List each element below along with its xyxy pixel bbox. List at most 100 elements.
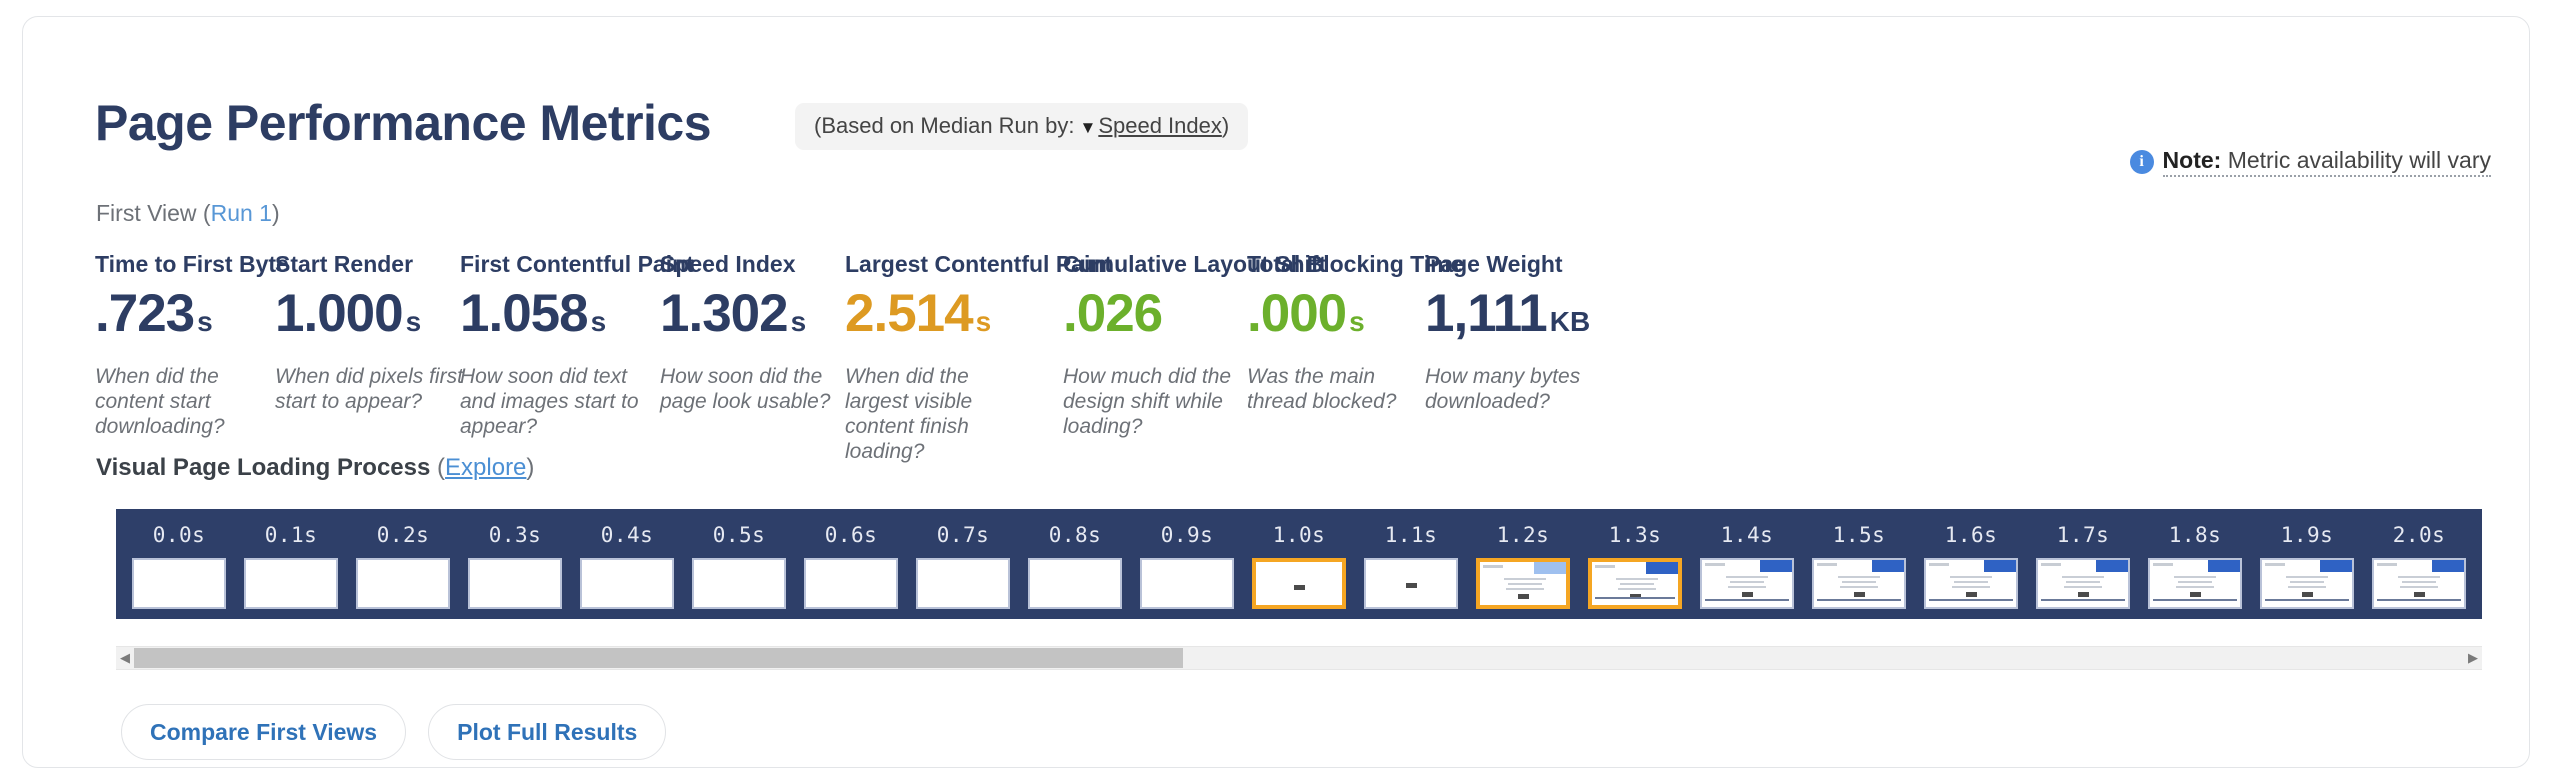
filmstrip-frame-time: 0.9s: [1160, 523, 1214, 547]
filmstrip-frame[interactable]: 0.4s: [575, 509, 679, 609]
filmstrip-frame[interactable]: 0.3s: [463, 509, 567, 609]
filmstrip-thumbnail[interactable]: [1476, 558, 1570, 609]
filmstrip-thumbnail[interactable]: [1924, 558, 2018, 609]
thumb-text-line: [1728, 586, 1766, 588]
info-icon: i: [2129, 150, 2154, 174]
filmstrip-frame-time: 1.5s: [1832, 523, 1886, 547]
metric-description: How soon did text and images start to ap…: [460, 365, 639, 438]
note-body: Metric availability will vary: [2221, 147, 2491, 173]
filmstrip-frame[interactable]: 0.2s: [351, 509, 455, 609]
filmstrip-frame[interactable]: 0.6s: [799, 509, 903, 609]
filmstrip-thumbnail[interactable]: [1588, 558, 1682, 609]
filmstrip-scrollbar[interactable]: ◀ ▶: [116, 646, 2482, 670]
thumb-content-block: [1854, 592, 1865, 597]
thumb-footer-rule: [2041, 599, 2125, 601]
metric-value-number: 1,111: [1425, 284, 1548, 343]
filmstrip-thumbnail[interactable]: [804, 558, 898, 609]
filmstrip-frame[interactable]: 0.1s: [239, 509, 343, 609]
filmstrip-thumbnail[interactable]: [132, 558, 226, 609]
filmstrip-frame-time: 1.8s: [2168, 523, 2222, 547]
median-run-prefix: (Based on Median Run by:: [814, 113, 1075, 138]
filmstrip-frame-time: 1.9s: [2280, 523, 2334, 547]
thumb-footer-rule: [1595, 597, 1675, 599]
explore-close-paren: ): [526, 454, 535, 481]
thumb-content-block: [2078, 592, 2089, 597]
scroll-right-arrow-icon[interactable]: ▶: [2464, 646, 2482, 670]
thumb-content-block: [1518, 594, 1529, 599]
metric-name: First Contentful Paint: [460, 251, 694, 277]
filmstrip-thumbnail[interactable]: [244, 558, 338, 609]
filmstrip-frame[interactable]: 0.9s: [1135, 509, 1239, 609]
thumb-text-line: [2290, 581, 2324, 583]
note-banner: i Note: Metric availability will vary: [2129, 147, 2491, 177]
filmstrip-frame[interactable]: 1.8s: [2143, 509, 2247, 609]
median-run-metric-link[interactable]: Speed Index: [1098, 113, 1222, 138]
metric-value-unit: s: [590, 306, 607, 337]
filmstrip-frame-time: 1.3s: [1608, 523, 1662, 547]
filmstrip-thumbnail[interactable]: [2260, 558, 2354, 609]
filmstrip-thumbnail[interactable]: [2148, 558, 2242, 609]
scroll-left-arrow-icon[interactable]: ◀: [116, 646, 134, 670]
filmstrip-thumbnail[interactable]: [2036, 558, 2130, 609]
filmstrip-thumbnail[interactable]: [356, 558, 450, 609]
metric-description: When did the largest visible content fin…: [845, 365, 973, 463]
thumb-text-line: [1842, 581, 1876, 583]
metric-description: When did the content start downloading?: [95, 365, 225, 438]
filmstrip-frame-time: 2.0s: [2392, 523, 2446, 547]
performance-metrics-card: Page Performance Metrics (Based on Media…: [22, 16, 2530, 768]
compare-first-views-button[interactable]: Compare First Views: [121, 704, 407, 760]
thumb-content-block: [1966, 592, 1977, 597]
filmstrip-thumbnail[interactable]: [1028, 558, 1122, 609]
metric-value-number: 1.058: [460, 284, 589, 343]
filmstrip-frame[interactable]: 1.4s: [1695, 509, 1799, 609]
filmstrip-thumbnail[interactable]: [468, 558, 562, 609]
thumb-text-line: [1950, 576, 1992, 578]
filmstrip-thumbnail[interactable]: [1252, 558, 1346, 609]
filmstrip-thumbnail[interactable]: [1812, 558, 1906, 609]
filmstrip-frame[interactable]: 1.7s: [2031, 509, 2135, 609]
filmstrip-frame[interactable]: 0.8s: [1023, 509, 1127, 609]
metric-name: Page Weight: [1425, 251, 1563, 277]
plot-full-results-button[interactable]: Plot Full Results: [428, 704, 667, 760]
scrollbar-thumb[interactable]: [134, 648, 1183, 668]
filmstrip-frame[interactable]: 1.1s: [1359, 509, 1463, 609]
metric-description: When did pixels first start to appear?: [275, 365, 463, 413]
visual-loading-title: Visual Page Loading Process (Explore): [96, 454, 534, 482]
thumb-footer-rule: [2153, 599, 2237, 601]
filmstrip-thumbnail[interactable]: [1700, 558, 1794, 609]
filmstrip-thumbnail[interactable]: [580, 558, 674, 609]
metric-value: .723 s: [95, 284, 289, 352]
filmstrip-frame[interactable]: 1.9s: [2255, 509, 2359, 609]
metric-value-number: .723: [95, 284, 195, 343]
filmstrip-frame[interactable]: 0.7s: [911, 509, 1015, 609]
metric-value-unit: s: [1349, 306, 1365, 337]
filmstrip-frame[interactable]: 1.0s: [1247, 509, 1351, 609]
filmstrip-frame[interactable]: 1.5s: [1807, 509, 1911, 609]
filmstrip-frame-time: 0.3s: [488, 523, 542, 547]
thumb-logo-bar: [1483, 565, 1503, 568]
filmstrip-frame[interactable]: 1.6s: [1919, 509, 2023, 609]
filmstrip[interactable]: 0.0s 0.1s 0.2s 0.3s 0.4s 0.5s 0.6s 0.7s 0.8s 0.9s…: [116, 509, 2482, 619]
thumb-text-line: [2066, 581, 2100, 583]
filmstrip-thumbnail[interactable]: [916, 558, 1010, 609]
filmstrip-frame[interactable]: 2.0s: [2367, 509, 2471, 609]
filmstrip-frame[interactable]: 0.0s: [127, 509, 231, 609]
metric-card: Speed Index 1.302 s How soon did the page l…: [660, 251, 850, 414]
scrollbar-track[interactable]: [134, 648, 2464, 668]
filmstrip-frame[interactable]: 1.2s: [1471, 509, 1575, 609]
thumb-banner-block: [2208, 560, 2240, 572]
filmstrip-thumbnail[interactable]: [692, 558, 786, 609]
thumb-text-line: [1954, 581, 1988, 583]
filmstrip-thumbnail[interactable]: [1364, 558, 1458, 609]
median-run-selector[interactable]: (Based on Median Run by: ▼Speed Index): [795, 103, 1249, 150]
explore-link[interactable]: Explore: [445, 454, 526, 481]
filmstrip-frame-time: 0.2s: [376, 523, 430, 547]
filmstrip-thumbnail[interactable]: [1140, 558, 1234, 609]
filmstrip-frame[interactable]: 0.5s: [687, 509, 791, 609]
filmstrip-thumbnail[interactable]: [2372, 558, 2466, 609]
run-1-link[interactable]: Run 1: [211, 200, 272, 226]
thumb-logo-bar: [1929, 563, 1949, 566]
filmstrip-frame[interactable]: 1.3s: [1583, 509, 1687, 609]
note-text-wrapper: Note: Metric availability will vary: [2162, 147, 2491, 177]
chevron-down-icon[interactable]: ▼: [1075, 118, 1099, 137]
